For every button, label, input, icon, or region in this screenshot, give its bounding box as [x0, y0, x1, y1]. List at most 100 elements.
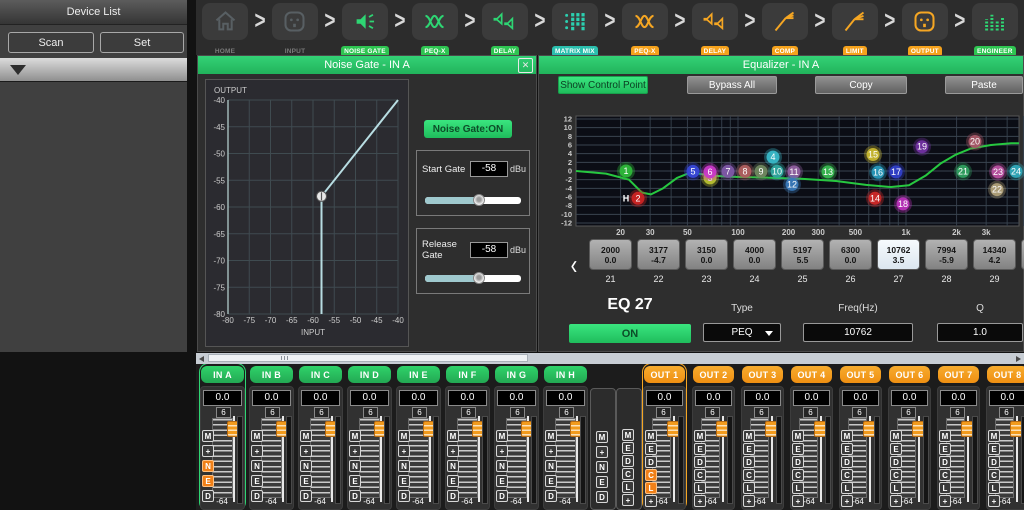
eq-band-cell[interactable]: 3177-4.7: [637, 239, 680, 270]
delay-button[interactable]: D: [251, 490, 263, 502]
eq-button[interactable]: E: [202, 475, 214, 487]
set-button[interactable]: Set: [100, 32, 184, 53]
delay-button[interactable]: D: [398, 490, 410, 502]
noise-gate-button[interactable]: N: [202, 460, 214, 472]
channel-gain-value[interactable]: 0.0: [940, 390, 977, 406]
channel-gain-value[interactable]: 0.0: [695, 390, 732, 406]
delay-button[interactable]: D: [447, 490, 459, 502]
link-button[interactable]: +: [939, 495, 951, 507]
eq-button[interactable]: E: [545, 475, 557, 487]
toolbar-item-engineer[interactable]: ENGINEER: [970, 3, 1020, 58]
comp-button[interactable]: C: [890, 469, 902, 481]
delay-button[interactable]: D: [890, 456, 902, 468]
toolbar-item-home[interactable]: HOME: [200, 3, 250, 58]
release-gate-slider-knob[interactable]: [473, 272, 485, 284]
comp-button[interactable]: C: [792, 469, 804, 481]
channel-header[interactable]: OUT 7: [938, 366, 979, 383]
eq-band-cell[interactable]: 31500.0: [685, 239, 728, 270]
eq-button[interactable]: E: [988, 443, 1000, 455]
type-dropdown[interactable]: PEQ: [703, 323, 781, 342]
link-button[interactable]: +: [496, 445, 508, 457]
eq-button[interactable]: E: [890, 443, 902, 455]
channel-gain-value[interactable]: 0.0: [252, 390, 291, 406]
channel-strip-out-2[interactable]: OUT 20.06-64MEDCL+: [692, 364, 735, 510]
noise-gate-button[interactable]: N: [545, 460, 557, 472]
band-scroll-left-icon[interactable]: ‹: [559, 239, 589, 294]
eq-button[interactable]: E: [596, 476, 608, 488]
channel-gain-value[interactable]: 0.0: [989, 390, 1024, 406]
mute-button[interactable]: M: [300, 430, 312, 442]
mute-button[interactable]: M: [447, 430, 459, 442]
eq-button[interactable]: E: [743, 443, 755, 455]
channel-gain-value[interactable]: 0.0: [842, 390, 879, 406]
eq-button[interactable]: E: [496, 475, 508, 487]
close-icon[interactable]: ✕: [518, 58, 533, 73]
limit-button[interactable]: L: [792, 482, 804, 494]
eq-band-cell[interactable]: 107623.5: [877, 239, 920, 270]
channel-strip-in-g[interactable]: IN G0.06-64M+NED: [494, 364, 539, 510]
channel-gain-value[interactable]: 0.0: [546, 390, 585, 406]
channel-gain-value[interactable]: 0.0: [399, 390, 438, 406]
eq-band-cell[interactable]: 40000.0: [733, 239, 776, 270]
delay-button[interactable]: D: [596, 491, 608, 503]
freq-input[interactable]: 10762: [803, 323, 913, 342]
q-input[interactable]: 1.0: [937, 323, 1023, 342]
collapsed-strip-2[interactable]: MEDCL+: [616, 388, 642, 510]
limit-button[interactable]: L: [645, 482, 657, 494]
channel-header[interactable]: IN H: [544, 366, 587, 383]
noise-gate-button[interactable]: N: [251, 460, 263, 472]
link-button[interactable]: +: [596, 446, 608, 458]
mute-button[interactable]: M: [398, 430, 410, 442]
channel-header[interactable]: IN C: [299, 366, 342, 383]
mute-button[interactable]: M: [939, 430, 951, 442]
link-button[interactable]: +: [398, 445, 410, 457]
noise-gate-power-button[interactable]: Noise Gate:ON: [424, 120, 512, 138]
eq-button[interactable]: E: [841, 443, 853, 455]
mute-button[interactable]: M: [890, 430, 902, 442]
limit-button[interactable]: L: [694, 482, 706, 494]
limit-button[interactable]: L: [841, 482, 853, 494]
channel-header[interactable]: IN D: [348, 366, 391, 383]
link-button[interactable]: +: [792, 495, 804, 507]
eq-band-cell[interactable]: 20000.0: [589, 239, 632, 270]
limit-button[interactable]: L: [622, 481, 634, 493]
channel-gain-value[interactable]: 0.0: [891, 390, 928, 406]
mute-button[interactable]: M: [349, 430, 361, 442]
noise-gate-button[interactable]: N: [398, 460, 410, 472]
comp-button[interactable]: C: [645, 469, 657, 481]
delay-button[interactable]: D: [694, 456, 706, 468]
channel-strip-out-3[interactable]: OUT 30.06-64MEDCL+: [741, 364, 784, 510]
eq-band-cell[interactable]: 51975.5: [781, 239, 824, 270]
channel-gain-value[interactable]: 0.0: [793, 390, 830, 406]
mute-button[interactable]: M: [496, 430, 508, 442]
channel-gain-value[interactable]: 0.0: [301, 390, 340, 406]
mute-button[interactable]: M: [743, 430, 755, 442]
channel-strip-in-h[interactable]: IN H0.06-64M+NED: [543, 364, 588, 510]
eq-button[interactable]: E: [398, 475, 410, 487]
mute-button[interactable]: M: [596, 431, 608, 443]
link-button[interactable]: +: [622, 494, 634, 506]
limit-button[interactable]: L: [939, 482, 951, 494]
toolbar-item-matrix-mix-5[interactable]: MATRIX MIX: [550, 3, 600, 58]
channel-gain-value[interactable]: 0.0: [497, 390, 536, 406]
device-list-group-row[interactable]: [0, 58, 187, 82]
link-button[interactable]: +: [988, 495, 1000, 507]
toolbar-item-input[interactable]: INPUT: [270, 3, 320, 58]
comp-button[interactable]: C: [939, 469, 951, 481]
collapse-triangle-icon[interactable]: [10, 65, 26, 75]
collapsed-strip-1[interactable]: M + NED: [590, 388, 616, 510]
eq-button[interactable]: E: [694, 443, 706, 455]
link-button[interactable]: +: [251, 445, 263, 457]
eq-button[interactable]: E: [300, 475, 312, 487]
mute-button[interactable]: M: [792, 430, 804, 442]
scan-button[interactable]: Scan: [8, 32, 94, 53]
link-button[interactable]: +: [545, 445, 557, 457]
eq-button[interactable]: E: [447, 475, 459, 487]
eq-band-cell[interactable]: 143404.2: [973, 239, 1016, 270]
scrollbar-thumb[interactable]: [208, 354, 528, 362]
release-gate-slider[interactable]: [425, 275, 521, 282]
bypass-all-button[interactable]: Bypass All: [687, 76, 777, 94]
toolbar-item-limit[interactable]: LIMIT: [830, 3, 880, 58]
noise-gate-button[interactable]: N: [596, 461, 608, 473]
channel-strip-in-b[interactable]: IN B0.06-64M+NED: [249, 364, 294, 510]
